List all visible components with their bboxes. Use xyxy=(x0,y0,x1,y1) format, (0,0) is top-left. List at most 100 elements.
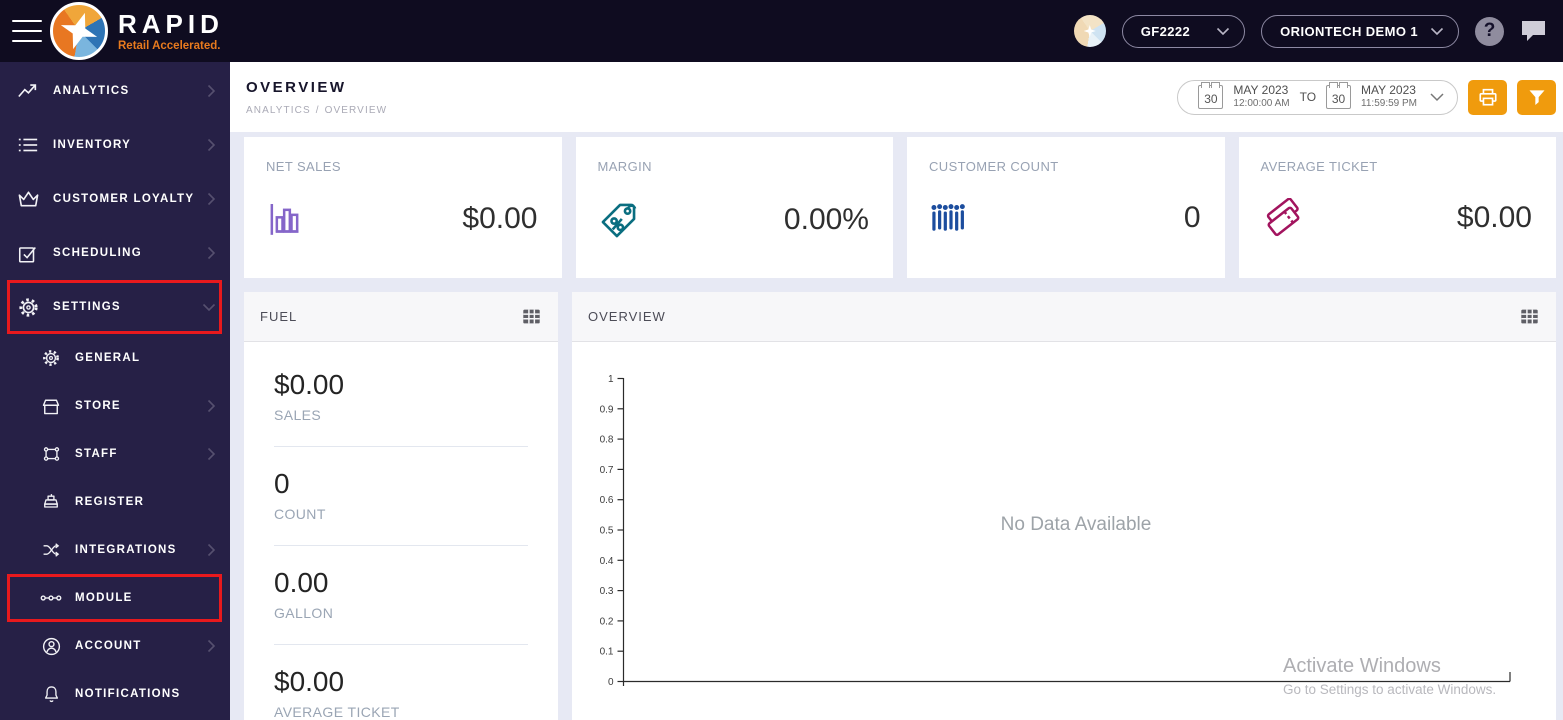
company-selector-value: ORIONTECH DEMO 1 xyxy=(1280,23,1418,39)
sidebar-item-label: SETTINGS xyxy=(53,301,121,313)
svg-text:0.2: 0.2 xyxy=(600,616,614,627)
breadcrumb: ANALYTICS / OVERVIEW xyxy=(246,104,388,116)
help-icon[interactable]: ? xyxy=(1475,16,1504,46)
kpi-card-customer-count: CUSTOMER COUNT 0 xyxy=(907,137,1225,278)
sidebar-item-settings[interactable]: SETTINGS xyxy=(7,280,222,334)
sidebar-item-integrations[interactable]: INTEGRATIONS xyxy=(0,526,230,574)
fuel-panel: FUEL $0.00 SALES 0 COUNT 0.00 GALLON $0.… xyxy=(244,292,558,720)
gear-icon xyxy=(16,296,40,319)
sidebar-item-label: ACCOUNT xyxy=(75,640,142,652)
sidebar-item-staff[interactable]: STAFF xyxy=(0,430,230,478)
chart-area: 0 0.1 0.2 0.3 0.4 0.5 0.6 0.7 0.8 0.9 1 No Data Av… xyxy=(572,342,1556,719)
svg-text:0: 0 xyxy=(608,677,614,688)
store-selector-value: GF2222 xyxy=(1140,23,1191,39)
fuel-metric-value: 0 xyxy=(274,468,290,499)
fuel-metric-label: AVERAGE TICKET xyxy=(274,704,400,720)
content-area: NET SALES $0.00 MARGIN 0.00% CUSTOMER CO… xyxy=(230,132,1563,720)
chevron-right-icon xyxy=(207,246,216,260)
group-icon xyxy=(40,444,62,464)
sidebar-item-label: REGISTER xyxy=(75,496,145,508)
page-header: OVERVIEW ANALYTICS / OVERVIEW 30 MAY 2023 … xyxy=(230,62,1563,132)
overview-panel-title: OVERVIEW xyxy=(588,309,666,324)
page-title: OVERVIEW xyxy=(246,78,347,96)
user-avatar[interactable] xyxy=(1073,15,1106,47)
table-view-icon[interactable] xyxy=(1519,307,1540,326)
bar-chart-icon xyxy=(266,198,306,240)
filter-button[interactable] xyxy=(1517,79,1556,115)
sidebar-item-label: SCHEDULING xyxy=(53,247,143,259)
calendar-icon: 30 xyxy=(1326,82,1352,109)
trend-up-icon xyxy=(16,81,40,101)
sidebar-item-analytics[interactable]: ANALYTICS xyxy=(0,64,230,118)
panels-row: FUEL $0.00 SALES 0 COUNT 0.00 GALLON $0.… xyxy=(244,292,1556,720)
store-selector-dropdown[interactable]: GF2222 xyxy=(1121,14,1246,48)
fuel-panel-title: FUEL xyxy=(260,309,298,324)
app-logo: RAPID Retail Accelerated. xyxy=(50,2,224,60)
sidebar-item-label: INVENTORY xyxy=(53,139,132,151)
svg-text:0.9: 0.9 xyxy=(600,404,614,415)
chevron-down-icon xyxy=(1216,24,1230,39)
fuel-metric-count: 0 COUNT xyxy=(274,447,528,546)
sidebar-item-label: NOTIFICATIONS xyxy=(75,688,181,700)
sidebar-item-account[interactable]: ACCOUNT xyxy=(0,622,230,670)
kpi-card-average-ticket: AVERAGE TICKET $0.00 xyxy=(1238,137,1556,278)
sidebar-item-module[interactable]: MODULE xyxy=(7,574,222,622)
sidebar-item-register[interactable]: REGISTER xyxy=(0,478,230,526)
chevron-right-icon xyxy=(207,447,216,461)
kpi-value: $0.00 xyxy=(1456,201,1532,234)
fuel-metric-value: $0.00 xyxy=(274,369,345,400)
breadcrumb-overview: OVERVIEW xyxy=(324,104,388,116)
fuel-metric-label: COUNT xyxy=(274,506,326,522)
store-icon xyxy=(40,397,62,416)
kpi-value: 0 xyxy=(1183,201,1201,234)
kpi-title: CUSTOMER COUNT xyxy=(929,159,1059,174)
logo-title: RAPID xyxy=(118,8,224,39)
breadcrumb-analytics[interactable]: ANALYTICS xyxy=(246,105,311,116)
company-selector-dropdown[interactable]: ORIONTECH DEMO 1 xyxy=(1261,14,1459,48)
overview-chart-panel: OVERVIEW 0 0.1 0.2 0.3 0.4 0.5 0.6 0.7 0.8 0.9 1 N… xyxy=(572,292,1556,720)
fuel-metric-average-ticket: $0.00 AVERAGE TICKET xyxy=(274,645,528,720)
sidebar-item-scheduling[interactable]: SCHEDULING xyxy=(0,226,230,280)
svg-text:0.1: 0.1 xyxy=(600,647,614,658)
bell-icon xyxy=(40,684,62,705)
fuel-metric-sales: $0.00 SALES xyxy=(274,348,528,447)
check-square-icon xyxy=(16,243,40,264)
tickets-icon xyxy=(1261,198,1305,238)
sidebar-item-store[interactable]: STORE xyxy=(0,382,230,430)
sidebar-item-customer-loyalty[interactable]: CUSTOMER LOYALTY xyxy=(0,172,230,226)
end-time: 11:59:59 PM xyxy=(1361,98,1417,110)
sidebar-item-label: STORE xyxy=(75,400,121,412)
print-button[interactable] xyxy=(1468,79,1507,115)
end-date: MAY 2023 xyxy=(1361,83,1416,98)
svg-text:0.4: 0.4 xyxy=(600,556,614,567)
nodes-icon xyxy=(40,592,62,604)
svg-text:0.5: 0.5 xyxy=(600,526,614,537)
calendar-icon: 30 xyxy=(1198,82,1224,109)
chevron-right-icon xyxy=(207,399,216,413)
kpi-title: NET SALES xyxy=(266,159,341,174)
crown-icon xyxy=(16,189,40,209)
hamburger-menu-icon[interactable] xyxy=(12,20,42,42)
chevron-right-icon xyxy=(207,543,216,557)
date-range-picker[interactable]: 30 MAY 2023 12:00:00 AM TO 30 MAY 2023 1… xyxy=(1177,79,1458,115)
svg-text:0.7: 0.7 xyxy=(600,465,614,476)
sidebar-item-inventory[interactable]: INVENTORY xyxy=(0,118,230,172)
chevron-down-icon xyxy=(1429,92,1445,102)
kpi-title: AVERAGE TICKET xyxy=(1260,159,1378,174)
app-window: RAPID Retail Accelerated. GF2222 ORIONTE… xyxy=(0,0,1563,720)
sidebar-item-label: ANALYTICS xyxy=(53,85,130,97)
date-range-to-label: TO xyxy=(1299,90,1317,104)
sidebar-item-label: CUSTOMER LOYALTY xyxy=(53,193,195,205)
fuel-metric-label: GALLON xyxy=(274,605,334,621)
chat-icon[interactable] xyxy=(1520,19,1547,43)
fuel-metric-gallon: 0.00 GALLON xyxy=(274,546,528,645)
sidebar-item-general[interactable]: GENERAL xyxy=(0,334,230,382)
svg-text:0.3: 0.3 xyxy=(600,586,614,597)
svg-text:0.8: 0.8 xyxy=(600,435,614,446)
table-view-icon[interactable] xyxy=(521,307,542,326)
sidebar-nav: ANALYTICS INVENTORY CUSTOMER LOYALTY SCH… xyxy=(0,62,230,720)
kpi-card-margin: MARGIN 0.00% xyxy=(575,137,893,278)
start-date: MAY 2023 xyxy=(1233,83,1289,98)
sidebar-item-notifications[interactable]: NOTIFICATIONS xyxy=(0,670,230,718)
shuffle-icon xyxy=(40,540,62,560)
